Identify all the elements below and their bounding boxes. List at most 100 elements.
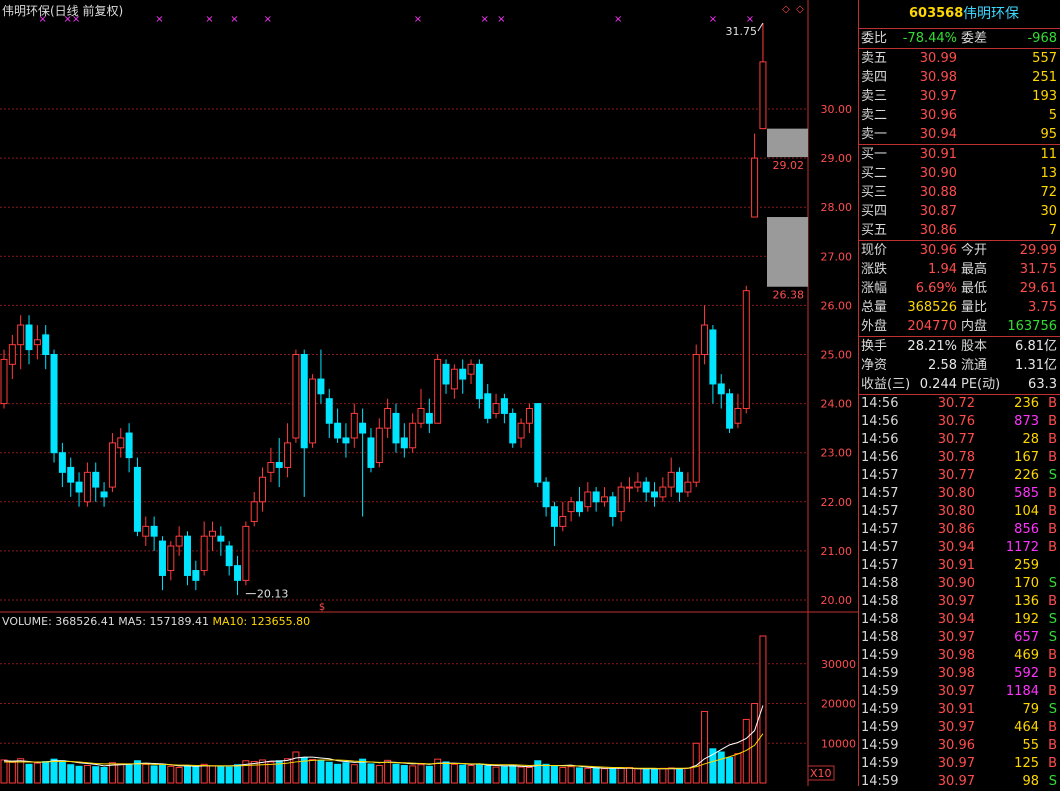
tick-row[interactable]: 14:57 30.80 585 B	[859, 485, 1060, 503]
tick-volume: 28	[1022, 432, 1039, 447]
volume-bar	[309, 759, 317, 784]
candle-body	[484, 393, 492, 419]
candle-body	[400, 437, 408, 449]
tick-price: 30.72	[937, 396, 975, 411]
tick-row[interactable]: 14:58 30.97 657 S	[859, 629, 1060, 647]
tick-row[interactable]: 14:59 30.98 469 B	[859, 647, 1060, 665]
volume-bar	[651, 768, 659, 784]
dividend-icon: $	[319, 602, 325, 613]
asks-level[interactable]: 卖四 30.98 251	[859, 68, 1060, 87]
tick-row[interactable]: 14:59 30.96 55 B	[859, 737, 1060, 755]
tick-side: B	[1048, 666, 1057, 681]
candle-body	[242, 525, 250, 581]
quote-value: 163756	[1007, 319, 1057, 334]
bids-level[interactable]: 买二 30.90 13	[859, 164, 1060, 183]
tick-row[interactable]: 14:58 30.97 136 B	[859, 593, 1060, 611]
tick-row[interactable]: 14:59 30.91 79 S	[859, 701, 1060, 719]
volume-tick-label: 10000	[821, 737, 856, 750]
kline-chart-area[interactable]: 30.00 29.00 28.00 27.00 26.00 25.00 24.00 23.00…	[0, 0, 858, 786]
tick-list[interactable]: 14:56 30.72 236 B 14:56 30.76 873 B 14:56 30.77 28…	[859, 395, 1060, 791]
tick-row[interactable]: 14:59 30.97 98 S	[859, 773, 1060, 791]
quote-value: 368526	[907, 300, 957, 315]
bids-level[interactable]: 买一 30.91 11	[859, 145, 1060, 164]
candle-body	[617, 486, 625, 513]
bids-price: 30.91	[919, 147, 957, 162]
bids-level[interactable]: 买五 30.86 7	[859, 221, 1060, 240]
tick-side: S	[1048, 630, 1057, 645]
tick-row[interactable]: 14:56 30.78 167 B	[859, 449, 1060, 467]
candle-body	[267, 462, 275, 473]
tick-row[interactable]: 14:56 30.77 28 B	[859, 431, 1060, 449]
volume-bar	[459, 764, 467, 784]
bids-level[interactable]: 买四 30.87 30	[859, 202, 1060, 221]
tick-time: 14:59	[861, 666, 899, 681]
asks-volume: 251	[1032, 70, 1057, 85]
candle-body	[125, 432, 133, 459]
asks-price: 30.94	[919, 127, 957, 142]
asks-price: 30.99	[919, 51, 957, 66]
quote-label: 内盘	[961, 319, 988, 334]
asks-level[interactable]: 卖三 30.97 193	[859, 87, 1060, 106]
volume-bar	[717, 751, 725, 784]
tick-volume: 259	[1014, 558, 1039, 573]
asks-label: 卖一	[861, 127, 888, 142]
tick-row[interactable]: 14:59 30.97 1184 B	[859, 683, 1060, 701]
tick-price: 30.91	[937, 558, 975, 573]
volume-bar	[617, 767, 625, 784]
candle-body	[292, 354, 300, 439]
tick-row[interactable]: 14:57 30.94 1172 B	[859, 539, 1060, 557]
tick-time: 14:57	[861, 540, 899, 555]
price-tick-label: 30.00	[821, 103, 853, 116]
order-diff-value: -968	[1027, 31, 1057, 46]
asks-level[interactable]: 卖二 30.96 5	[859, 106, 1060, 125]
tick-row[interactable]: 14:59 30.98 592 B	[859, 665, 1060, 683]
price-tick-label: 22.00	[821, 496, 853, 509]
tick-time: 14:57	[861, 558, 899, 573]
asks-price: 30.96	[919, 108, 957, 123]
stock-header[interactable]: 603568 伟明环保	[859, 0, 1060, 29]
volume-bar	[375, 765, 383, 784]
volume-unit-label: X10	[810, 767, 832, 780]
asks-label: 卖五	[861, 51, 888, 66]
candle-body	[651, 491, 659, 498]
quote-label: 总量	[861, 300, 888, 315]
bids-label: 买一	[861, 147, 888, 162]
quote-label: 最高	[961, 262, 988, 277]
quote-label: 最低	[961, 281, 988, 296]
candle-body	[634, 481, 642, 488]
tick-row[interactable]: 14:58 30.90 170 S	[859, 575, 1060, 593]
tick-row[interactable]: 14:56 30.72 236 B	[859, 395, 1060, 413]
tick-volume: 226	[1014, 468, 1039, 483]
volume-bar	[267, 761, 275, 784]
volume-bar	[450, 763, 458, 784]
bids-volume: 72	[1040, 185, 1057, 200]
bids-volume: 30	[1040, 204, 1057, 219]
tick-side: S	[1048, 612, 1057, 627]
tick-side: B	[1048, 504, 1057, 519]
tick-time: 14:59	[861, 648, 899, 663]
volume-bar	[751, 703, 759, 784]
bids-level[interactable]: 买三 30.88 72	[859, 183, 1060, 202]
tick-row[interactable]: 14:57 30.80 104 B	[859, 503, 1060, 521]
kline-chart-svg[interactable]: 30.00 29.00 28.00 27.00 26.00 25.00 24.00 23.00…	[0, 0, 858, 786]
volume-bar	[167, 765, 175, 784]
tick-volume: 79	[1022, 702, 1039, 717]
tick-row[interactable]: 14:57 30.77 226 S	[859, 467, 1060, 485]
asks-label: 卖二	[861, 108, 888, 123]
candle-body	[50, 354, 58, 454]
tick-row[interactable]: 14:59 30.97 125 B	[859, 755, 1060, 773]
tick-row[interactable]: 14:59 30.97 464 B	[859, 719, 1060, 737]
quote-label: 涨跌	[861, 262, 888, 277]
tick-side: B	[1048, 738, 1057, 753]
tick-row[interactable]: 14:57 30.86 856 B	[859, 521, 1060, 539]
tick-row[interactable]: 14:58 30.94 192 S	[859, 611, 1060, 629]
volume-bar	[475, 763, 483, 784]
candle-body	[42, 334, 50, 355]
volume-legend-ma10: MA10: 123655.80	[212, 615, 311, 628]
volume-bar	[584, 767, 592, 784]
asks-level[interactable]: 卖一 30.94 95	[859, 125, 1060, 144]
tick-price: 30.76	[937, 414, 975, 429]
tick-row[interactable]: 14:57 30.91 259	[859, 557, 1060, 575]
tick-row[interactable]: 14:56 30.76 873 B	[859, 413, 1060, 431]
asks-level[interactable]: 卖五 30.99 557	[859, 49, 1060, 68]
